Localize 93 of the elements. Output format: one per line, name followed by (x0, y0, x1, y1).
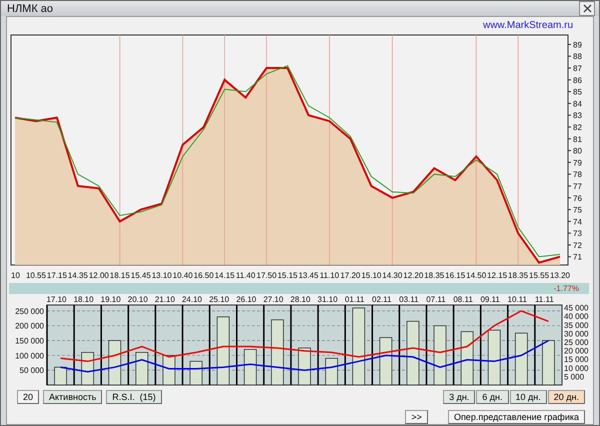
axis-label: 15.10 (361, 271, 382, 280)
axis-label: 15 000 (564, 355, 588, 364)
axis-label: 08.11 (453, 295, 473, 304)
axis-label: 40 000 (564, 312, 588, 322)
axis-label: 17.15 (46, 271, 67, 280)
axis-label: 81 (573, 134, 582, 144)
more-button[interactable]: >> (405, 410, 428, 424)
axis-label: 31.10 (318, 295, 338, 304)
axis-label: 09.11 (480, 295, 500, 304)
axis-label: 30 000 (564, 329, 588, 338)
mode-button[interactable]: Опер.представление графика (448, 410, 585, 424)
axis-label: 77 (573, 182, 582, 191)
axis-label: 15.55 (529, 271, 550, 280)
axis-label: 17.50 (256, 271, 277, 280)
axis-label: 150 000 (15, 336, 44, 346)
period-tab[interactable]: 3 дн. (443, 390, 476, 404)
axis-label: 89 (573, 40, 582, 50)
axis-label: 12.00 (88, 271, 109, 280)
axis-label: 35 000 (564, 320, 588, 330)
axis-label: 03.11 (399, 295, 419, 304)
axis-label: 24.10 (182, 295, 202, 304)
axis-label: 27.10 (263, 295, 284, 304)
axis-label: 17.20 (340, 271, 360, 280)
axis-label: 50 000 (20, 366, 44, 376)
axis-label: 13.45 (298, 271, 318, 280)
axis-label: 79 (573, 158, 582, 168)
axis-label: 75 (573, 206, 582, 215)
axis-label: 15.45 (130, 271, 151, 280)
axis-label: 82 (573, 123, 582, 132)
axis-label: 84 (573, 99, 582, 108)
axis-label: 100 000 (15, 351, 44, 360)
axis-label: 12.20 (403, 271, 424, 280)
axis-label: 13.10 (152, 271, 172, 280)
toolbar-button[interactable]: 20 (17, 390, 40, 404)
axis-label: 18.15 (110, 271, 130, 280)
axis-label: 14.30 (382, 271, 402, 280)
axis-label: 5 000 (564, 372, 584, 382)
axis-label: 15.15 (277, 271, 298, 280)
axis-label: 14.50 (466, 271, 486, 280)
axis-label: 88 (573, 52, 582, 62)
axis-label: 14.35 (68, 271, 88, 280)
axis-label: 14.15 (214, 271, 235, 280)
axis-label: 21.10 (154, 295, 175, 304)
axis-label: 74 (573, 217, 582, 226)
axis-label: 83 (573, 111, 582, 120)
axis-label: 86 (573, 76, 582, 85)
axis-label: 25.10 (209, 295, 230, 304)
axis-label: 17.10 (46, 295, 66, 304)
site-link[interactable]: www.MarkStream.ru (482, 20, 573, 34)
axis-label: 18.35 (508, 271, 528, 280)
axis-label: 20 000 (564, 346, 588, 356)
period-tab[interactable]: 6 дн. (476, 390, 509, 404)
axis-label: 11.11 (534, 295, 554, 304)
axis-label: 71 (573, 252, 582, 262)
axis-label: 07.11 (426, 295, 446, 304)
axis-label: 10.40 (172, 271, 193, 280)
axis-label: 16.15 (445, 271, 466, 280)
axis-label: 01.11 (344, 295, 364, 304)
change-value: -1.77% (554, 284, 579, 293)
axis-label: 72 (573, 240, 582, 250)
axis-label: 18.10 (74, 295, 94, 304)
close-button[interactable] (579, 1, 595, 16)
axis-label: 28.10 (290, 295, 310, 304)
toolbar-button[interactable]: R.S.I. (15) (106, 390, 162, 404)
axis-label: 12.15 (487, 271, 508, 280)
axis-label: 10 000 (564, 364, 588, 373)
axis-label: 87 (573, 64, 582, 74)
axis-label: 26.10 (236, 295, 256, 304)
axis-label: 19.10 (100, 295, 121, 304)
axis-label: 25 000 (564, 338, 588, 347)
axis-label: 11.40 (236, 271, 256, 280)
axis-label: 02.11 (372, 295, 392, 304)
toolbar-button[interactable]: Активность (43, 390, 102, 404)
axis-label: 76 (573, 194, 582, 203)
period-tab[interactable]: 10 дн. (510, 390, 547, 404)
axis-label: 200 000 (15, 322, 44, 331)
axis-label: 18.35 (424, 271, 444, 280)
axis-label: 80 (573, 146, 582, 156)
axis-label: 10.11 (508, 295, 527, 304)
axis-label: 10.55 (26, 271, 46, 280)
axis-label: 250 000 (15, 306, 44, 316)
axis-label: 16.50 (194, 271, 214, 280)
axis-label: 20.10 (128, 295, 148, 304)
axis-label: 85 (573, 88, 582, 97)
axis-label: 10 (11, 271, 20, 280)
axis-label: 13.20 (550, 271, 570, 280)
axis-label: 73 (573, 229, 582, 238)
period-tab[interactable]: 20 дн. (548, 390, 585, 404)
axis-label: 11.10 (320, 271, 340, 280)
axis-label: 78 (573, 170, 582, 180)
close-icon (582, 4, 592, 13)
axis-label: 45 000 (564, 304, 588, 313)
window-title: НЛМК ао (7, 2, 54, 14)
